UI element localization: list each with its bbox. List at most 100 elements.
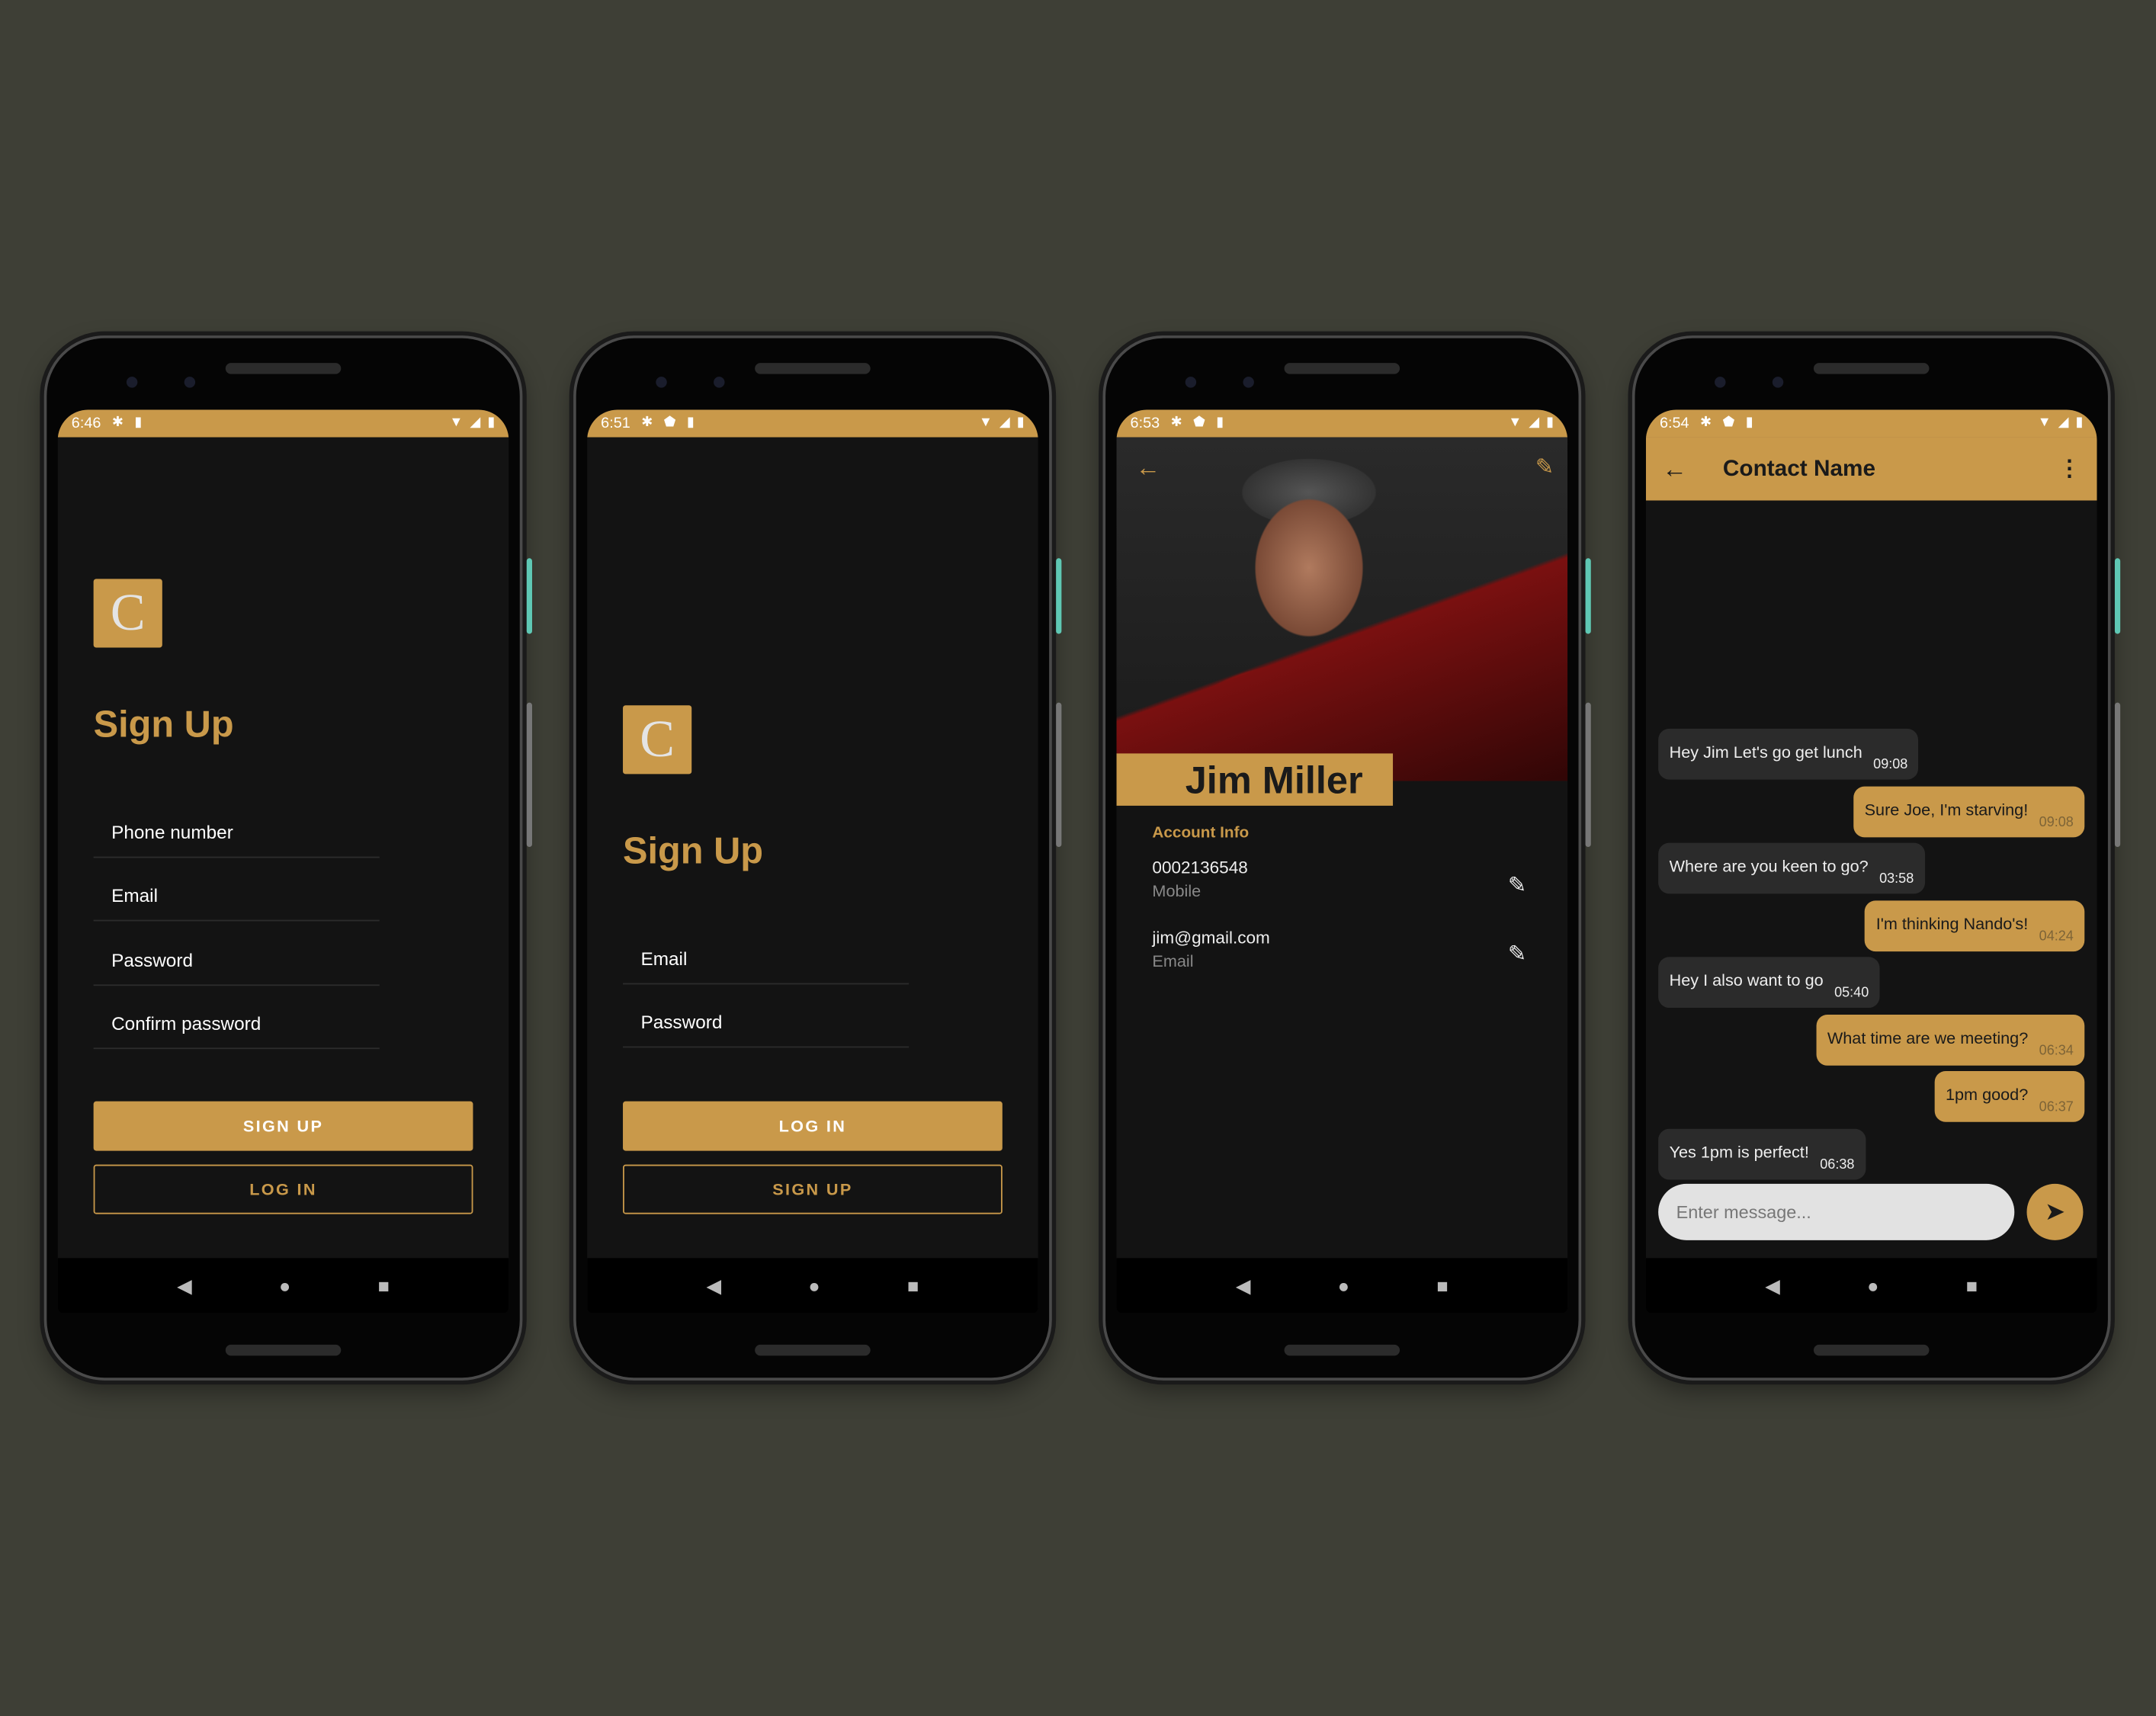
more-options-icon[interactable]: ⋮	[2058, 455, 2081, 483]
status-time: 6:53	[1130, 415, 1160, 432]
message-text: I'm thinking Nando's!	[1875, 913, 2029, 933]
message-bubble-received: Yes 1pm is perfect! 06:38	[1658, 1127, 1866, 1179]
info-label: Mobile	[1152, 881, 1202, 901]
status-bar: 6:54 ✱ ⬟ ▮ ▼ ◢ ▮	[1645, 409, 2097, 438]
password-field[interactable]: Password	[623, 984, 910, 1048]
email-field[interactable]: Email	[623, 921, 910, 985]
home-icon[interactable]: ●	[1867, 1275, 1878, 1297]
wifi-icon: ▼	[449, 415, 464, 431]
info-item-mobile: 0002136548 Mobile	[1152, 858, 1247, 900]
password-field[interactable]: Password	[93, 922, 380, 986]
screen: 6:51 ✱ ⬟ ▮ ▼ ◢ ▮ C Sign Up Email Password LOG …	[587, 409, 1038, 1313]
phone-chat: 6:54 ✱ ⬟ ▮ ▼ ◢ ▮ ← Contact Name ⋮ Hey Jim Let'…	[1631, 335, 2121, 1381]
nav-bar: ◀ ● ■	[1645, 1258, 2097, 1313]
phone-signup: 6:46 ✱ ▮ ▼ ◢ ▮ C Sign Up Phone number Email P…	[43, 335, 532, 1381]
info-item-email: jim@gmail.com Email	[1152, 928, 1269, 970]
back-icon[interactable]: ◀	[177, 1274, 191, 1297]
sd-card-icon: ▮	[1745, 415, 1753, 431]
info-label: Email	[1152, 951, 1194, 971]
profile-name: Jim Miller	[1116, 753, 1394, 806]
app-logo: C	[623, 705, 692, 775]
nav-bar: ◀ ● ■	[57, 1258, 509, 1313]
message-time: 06:37	[2039, 1099, 2074, 1115]
wifi-icon: ▼	[2037, 415, 2052, 431]
profile-photo	[1116, 437, 1568, 781]
message-text: What time are we meeting?	[1827, 1028, 2029, 1047]
recents-icon[interactable]: ■	[1966, 1275, 1978, 1297]
message-text: Hey Jim Let's go get lunch	[1669, 742, 1862, 762]
battery-icon: ▮	[487, 415, 496, 431]
info-value: jim@gmail.com	[1152, 928, 1270, 948]
message-bubble-received: Hey Jim Let's go get lunch 09:08	[1658, 728, 1919, 780]
status-time: 6:46	[71, 415, 101, 432]
message-text: Yes 1pm is perfect!	[1669, 1141, 1809, 1162]
back-icon[interactable]: ◀	[707, 1274, 721, 1297]
volume-button	[1585, 702, 1591, 848]
volume-button	[2114, 702, 2121, 848]
status-time: 6:54	[1659, 415, 1689, 432]
power-button	[526, 558, 532, 634]
recents-icon[interactable]: ■	[378, 1275, 390, 1297]
sd-card-icon: ▮	[134, 415, 143, 431]
sd-card-icon: ▮	[1216, 415, 1224, 431]
settings-icon: ✱	[1170, 415, 1182, 431]
confirm-password-field[interactable]: Confirm password	[93, 986, 380, 1050]
recents-icon[interactable]: ■	[1436, 1275, 1448, 1297]
app-bar: ← Contact Name ⋮	[1645, 437, 2097, 501]
screen: 6:53 ✱ ⬟ ▮ ▼ ◢ ▮ ← ✎ Jim Miller Account Info 0…	[1116, 409, 1568, 1313]
info-value: 0002136548	[1152, 858, 1248, 877]
shield-icon: ⬟	[1722, 415, 1735, 431]
back-arrow-icon[interactable]: ←	[1136, 454, 1160, 483]
status-bar: 6:53 ✱ ⬟ ▮ ▼ ◢ ▮	[1116, 409, 1568, 438]
battery-icon: ▮	[1546, 415, 1554, 431]
speaker	[1813, 363, 1930, 374]
signal-icon: ◢	[1529, 415, 1540, 431]
back-icon[interactable]: ◀	[1236, 1274, 1250, 1297]
camera	[184, 377, 196, 388]
sign-up-button[interactable]: SIGN UP	[623, 1164, 1003, 1214]
message-time: 09:08	[2039, 814, 2074, 830]
log-in-button[interactable]: LOG IN	[623, 1101, 1003, 1151]
power-button	[1056, 558, 1062, 634]
edit-pencil-icon[interactable]: ✎	[1508, 941, 1526, 968]
send-icon: ➤	[2044, 1197, 2066, 1226]
home-icon[interactable]: ●	[1338, 1275, 1349, 1297]
screen: 6:46 ✱ ▮ ▼ ◢ ▮ C Sign Up Phone number Email P…	[57, 409, 509, 1313]
message-text: 1pm good?	[1945, 1085, 2029, 1105]
section-title: Account Info	[1152, 825, 1250, 842]
home-icon[interactable]: ●	[279, 1275, 290, 1297]
message-time: 03:58	[1879, 871, 1914, 887]
edit-pencil-icon[interactable]: ✎	[1508, 871, 1526, 899]
speaker	[225, 1344, 342, 1356]
wifi-icon: ▼	[1508, 415, 1522, 431]
message-input[interactable]: Enter message...	[1658, 1183, 2015, 1240]
phone-number-field[interactable]: Phone number	[93, 794, 380, 858]
phone-profile: 6:53 ✱ ⬟ ▮ ▼ ◢ ▮ ← ✎ Jim Miller Account Info 0…	[1102, 335, 1591, 1381]
recents-icon[interactable]: ■	[907, 1275, 919, 1297]
log-in-button[interactable]: LOG IN	[93, 1164, 473, 1214]
message-text: Hey I also want to go	[1669, 970, 1824, 990]
settings-icon: ✱	[641, 415, 653, 431]
volume-button	[1056, 702, 1062, 848]
email-field[interactable]: Email	[93, 858, 380, 922]
send-button[interactable]: ➤	[2026, 1183, 2084, 1240]
back-icon[interactable]: ◀	[1765, 1274, 1779, 1297]
page-title: Sign Up	[623, 830, 763, 872]
back-arrow-icon[interactable]: ←	[1663, 454, 1687, 483]
screen: 6:54 ✱ ⬟ ▮ ▼ ◢ ▮ ← Contact Name ⋮ Hey Jim Let'…	[1645, 409, 2097, 1313]
camera	[714, 377, 725, 388]
edit-pencil-icon[interactable]: ✎	[1535, 454, 1554, 481]
home-icon[interactable]: ●	[808, 1275, 820, 1297]
volume-button	[526, 702, 532, 848]
message-bubble-received: Hey I also want to go 05:40	[1658, 957, 1880, 1009]
signal-icon: ◢	[999, 415, 1010, 431]
message-text: Where are you keen to go?	[1669, 856, 1869, 876]
camera	[1715, 377, 1726, 388]
message-time: 05:40	[1834, 986, 1869, 1002]
speaker	[755, 363, 871, 374]
camera	[1243, 377, 1254, 388]
sign-up-button[interactable]: SIGN UP	[93, 1101, 473, 1151]
page-title: Sign Up	[93, 704, 234, 746]
speaker	[225, 363, 342, 374]
phone-login: 6:51 ✱ ⬟ ▮ ▼ ◢ ▮ C Sign Up Email Password LOG …	[573, 335, 1062, 1381]
